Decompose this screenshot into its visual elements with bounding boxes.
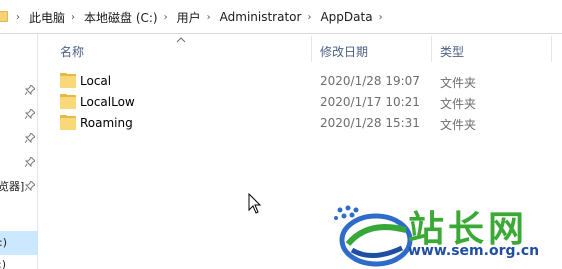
chevron-right-icon[interactable]: › [71,12,75,23]
folder-icon [60,94,76,109]
list-item[interactable]: Local 2020/1/28 19:07 文件夹 [55,70,525,92]
mouse-cursor-icon [248,193,262,214]
column-divider[interactable] [311,36,312,62]
file-type: 文件夹 [440,76,477,90]
chevron-right-icon[interactable]: › [379,12,383,23]
pin-icon[interactable] [24,180,36,192]
folder-icon [60,115,76,130]
pin-icon[interactable] [24,156,36,168]
column-header-modified[interactable]: 修改日期 [320,43,368,60]
file-name: Roaming [80,116,133,130]
address-bar[interactable]: › 此电脑 › 本地磁盘 (C:) › 用户 › Administrator ›… [0,0,562,34]
pin-icon[interactable] [24,84,36,96]
breadcrumb-this-pc[interactable]: 此电脑 [27,7,67,28]
nav-item-drive-2[interactable]: :) [0,258,6,269]
chevron-right-icon[interactable]: › [16,12,20,23]
chevron-right-icon[interactable]: › [164,12,168,23]
watermark-url: www.sem.org.cn [408,243,540,259]
column-divider[interactable] [431,36,432,62]
file-type: 文件夹 [440,97,477,111]
list-item[interactable]: Roaming 2020/1/28 15:31 文件夹 [55,112,525,134]
folder-icon [0,11,8,22]
breadcrumb: › 此电脑 › 本地磁盘 (C:) › 用户 › Administrator ›… [12,0,390,34]
breadcrumb-users[interactable]: 用户 [175,7,203,28]
breadcrumb-appdata[interactable]: AppData [318,8,374,26]
folder-icon [60,73,76,88]
chevron-right-icon[interactable]: › [207,12,211,23]
sort-ascending-icon[interactable] [176,36,186,44]
breadcrumb-local-disk[interactable]: 本地磁盘 (C:) [82,7,160,28]
file-modified: 2020/1/17 10:21 [320,95,420,109]
file-name: LocalLow [80,95,135,109]
column-header-name[interactable]: 名称 [60,43,84,60]
column-divider[interactable] [551,36,552,62]
nav-item-drive-label: :) [0,236,7,249]
breadcrumb-administrator[interactable]: Administrator [218,8,304,26]
chevron-right-icon[interactable]: › [307,12,311,23]
column-header-type[interactable]: 类型 [440,43,464,60]
explorer-window: › 此电脑 › 本地磁盘 (C:) › 用户 › Administrator ›… [0,0,562,269]
file-type: 文件夹 [440,118,477,132]
file-modified: 2020/1/28 19:07 [320,74,420,88]
nav-item-browser[interactable]: 览器] [0,178,24,194]
file-name: Local [80,74,112,88]
pin-icon[interactable] [24,132,36,144]
navigation-pane: 览器] :) :) [0,34,38,269]
nav-item-selected[interactable]: :) [0,231,38,255]
pin-icon[interactable] [24,108,36,120]
file-modified: 2020/1/28 15:31 [320,116,420,130]
list-item[interactable]: LocalLow 2020/1/17 10:21 文件夹 [55,91,525,113]
